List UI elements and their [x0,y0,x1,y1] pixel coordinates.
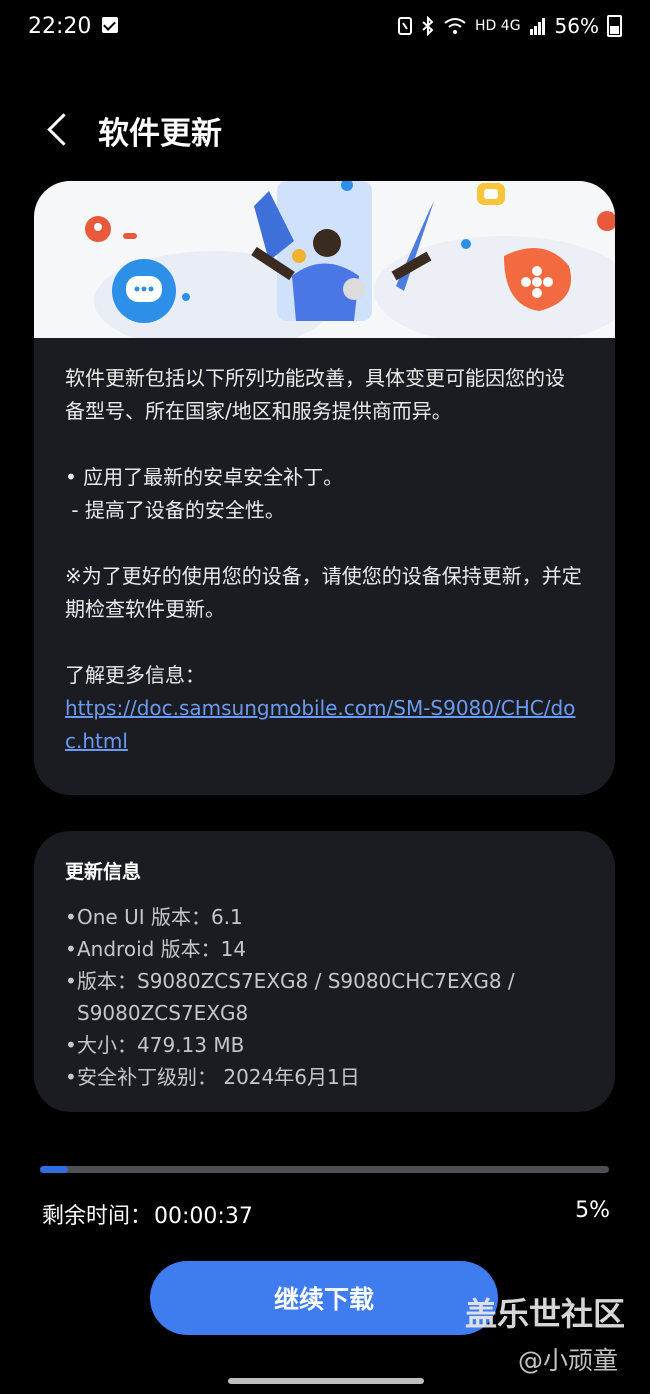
download-progress-bar [40,1166,609,1173]
list-item: 版本：S9080ZCS7EXG8 / S9080CHC7EXG8 / S9080… [65,965,585,1029]
release-notes-card: 软件更新包括以下所列功能改善，具体变更可能因您的设备型号、所在国家/地区和服务提… [34,181,615,795]
update-info-list: One UI 版本：6.1 Android 版本：14 版本：S9080ZCS7… [65,901,585,1093]
list-item: Android 版本：14 [65,933,585,965]
update-illustration [34,181,615,351]
network-text: HD 4G [475,18,521,34]
bullet-sub-text: - 提高了设备的安全性。 [65,498,285,522]
wifi-icon [444,18,466,34]
list-item: 大小：479.13 MB [65,1029,585,1061]
status-time: 22:20 [28,14,92,39]
progress-fill [40,1166,69,1173]
more-info-label: 了解更多信息： [65,663,205,687]
note-text: ※为了更好的使用您的设备，请使您的设备保持更新，并定期检查软件更新。 [65,564,582,621]
nfc-icon [398,17,413,35]
checkbox-icon [102,17,118,33]
illustration-art [85,181,615,351]
battery-percent: 56% [554,14,599,38]
remaining-label: 剩余时间： [42,1204,153,1229]
intro-text: 软件更新包括以下所列功能改善，具体变更可能因您的设备型号、所在国家/地区和服务提… [65,366,565,423]
progress-percent: 5% [575,1198,610,1223]
continue-download-button[interactable]: 继续下载 [150,1261,498,1335]
bluetooth-icon [422,16,434,36]
watermark-handle: @小顽童 [518,1346,619,1375]
status-bar: 22:20 HD 4G 56% [0,0,650,56]
list-item: 安全补丁级别： 2024年6月1日 [65,1061,585,1093]
update-info-card: 更新信息 One UI 版本：6.1 Android 版本：14 版本：S908… [34,831,615,1112]
bullet-text: • 应用了最新的安卓安全补丁。 [65,465,344,489]
update-info-heading: 更新信息 [65,861,142,883]
remaining-time: 剩余时间：00:00:37 [40,1198,253,1230]
list-item: One UI 版本：6.1 [65,901,585,933]
status-right: HD 4G 56% [397,14,622,38]
doc-link[interactable]: https://doc.samsungmobile.com/SM-S9080/C… [65,696,575,753]
back-arrow-icon[interactable] [40,110,80,150]
home-indicator[interactable] [228,1378,424,1384]
signal-icon [529,18,545,35]
remaining-value: 00:00:37 [154,1204,253,1229]
app-header: 软件更新 [40,100,222,160]
page-title: 软件更新 [98,115,222,152]
battery-icon [607,15,622,37]
watermark-text: 盖乐世社区 [465,1295,626,1333]
release-notes-text: 软件更新包括以下所列功能改善，具体变更可能因您的设备型号、所在国家/地区和服务提… [34,338,615,758]
